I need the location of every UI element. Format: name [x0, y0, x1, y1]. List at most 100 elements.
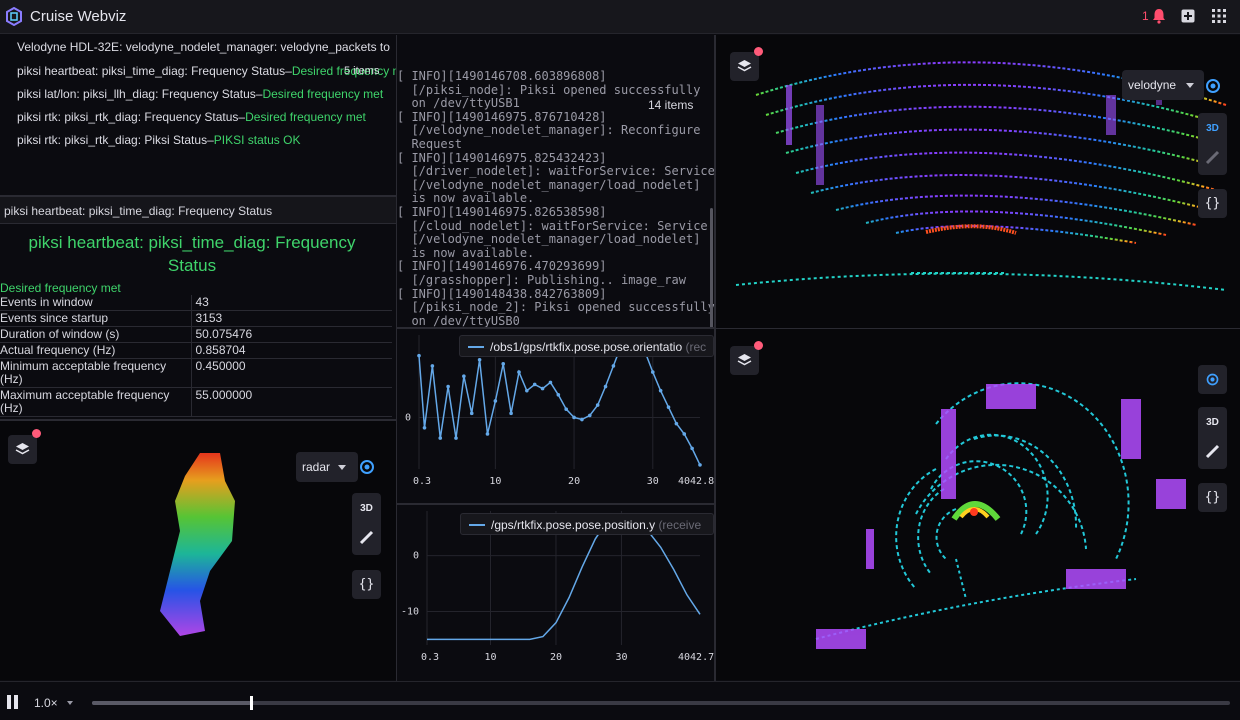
log-line: [ INFO][1490148438.842763809] — [397, 286, 607, 301]
layers-icon — [15, 443, 30, 455]
detail-status: Desired frequency met — [0, 281, 121, 295]
y-tick-label: -10 — [401, 607, 419, 618]
diagnostic-item[interactable]: piksi rtk: piksi_rtk_diag: Piksi Status–… — [17, 133, 300, 147]
data-point — [493, 399, 498, 403]
follow-target-icon — [1206, 373, 1219, 386]
log-scrollbar[interactable] — [710, 208, 713, 327]
legend-label: /gps/rtkfix.pose.pose.position.y — [491, 518, 656, 532]
diagnostic-status: PIKSI status OK — [213, 133, 301, 147]
notification-count[interactable]: 1 — [1142, 9, 1149, 23]
x-tick-label: 10 — [485, 652, 497, 663]
data-point — [564, 407, 568, 412]
layers-button[interactable] — [8, 435, 37, 464]
plot-legend[interactable]: /gps/rtkfix.pose.pose.position.y (receiv… — [460, 513, 714, 535]
legend-suffix: (receive — [658, 518, 702, 532]
legend-label: /obs1/gps/rtkfix.pose.pose.orientatio — [490, 340, 683, 354]
velodyne-3d-panel[interactable]: velodyne 3D {} — [716, 35, 1240, 328]
data-point — [469, 411, 474, 416]
toggle-3d-button[interactable]: 3D — [1198, 123, 1227, 134]
ruler-icon[interactable] — [359, 530, 374, 545]
topic-select[interactable]: radar — [296, 452, 358, 482]
layers-button[interactable] — [730, 52, 759, 81]
log-line: on /dev/ttyUSB0 — [397, 313, 520, 327]
x-tick-label: 0.3 — [421, 652, 439, 663]
lidar-3d-panel[interactable]: 3D {} — [716, 329, 1240, 680]
pause-icon — [7, 695, 11, 709]
table-row: Actual frequency (Hz) 0.858704 — [0, 342, 392, 359]
follow-target-button[interactable] — [1198, 365, 1227, 394]
data-point — [462, 374, 466, 379]
ruler-icon[interactable] — [1205, 444, 1220, 459]
log-line: is now available. — [397, 245, 535, 260]
follow-target-icon[interactable] — [358, 458, 376, 476]
json-config-button[interactable]: {} — [1198, 189, 1227, 218]
log-line: [ INFO][1490146975.876710428] — [397, 109, 607, 124]
x-tick-label: 20 — [568, 476, 580, 487]
alert-dot — [754, 341, 763, 350]
detail-title: piksi heartbeat: piksi_time_diag: Freque… — [28, 233, 356, 275]
chevron-down-icon — [338, 465, 346, 470]
data-point — [501, 362, 506, 366]
timeline-scrubber[interactable] — [92, 696, 1230, 710]
log-line: [/velodyne_nodelet_manager/load_nodelet] — [397, 177, 701, 192]
data-point — [588, 413, 592, 418]
json-config-button[interactable]: {} — [352, 570, 381, 599]
speed-select[interactable]: 1.0× — [34, 696, 58, 710]
ruler-icon[interactable] — [1205, 150, 1220, 165]
data-point — [682, 432, 687, 436]
log-line: [/velodyne_nodelet_manager]: Reconfigure — [397, 123, 701, 138]
data-point — [548, 380, 553, 385]
x-tick-label: 4042.8 — [678, 476, 714, 487]
data-point — [572, 415, 576, 420]
tool-stack: 3D — [1198, 407, 1227, 469]
playback-bar: 1.0× — [0, 681, 1240, 720]
diagnostic-item[interactable]: piksi rtk: piksi_rtk_diag: Frequency Sta… — [17, 110, 366, 124]
data-point — [674, 421, 679, 426]
rosout-log-panel: [ INFO][1490146708.603896808] [/piksi_no… — [397, 35, 714, 327]
layout-grid-icon[interactable] — [1212, 9, 1226, 23]
timeline-handle[interactable] — [250, 696, 254, 710]
layers-icon — [737, 60, 752, 72]
diagnostic-status: Desired frequency met — [262, 87, 384, 101]
data-point — [417, 353, 421, 358]
follow-target-icon[interactable] — [1204, 77, 1222, 95]
app-title: Cruise Webviz — [30, 8, 127, 25]
x-tick-label: 30 — [647, 476, 659, 487]
lidar-point-cloud[interactable] — [716, 329, 1240, 680]
plot-legend[interactable]: /obs1/gps/rtkfix.pose.pose.orientatio (r… — [459, 335, 714, 357]
tool-stack: 3D — [1198, 113, 1227, 175]
layers-icon — [737, 354, 752, 366]
data-point — [430, 364, 435, 368]
diagnostic-item[interactable]: piksi lat/lon: piksi_llh_diag: Frequency… — [17, 87, 383, 101]
toggle-3d-button[interactable]: 3D — [1198, 417, 1227, 428]
data-point — [690, 446, 694, 451]
log-line: [ INFO][1490146975.825432423] — [397, 150, 607, 165]
pause-button[interactable] — [6, 695, 20, 709]
table-row: Maximum acceptable frequency (Hz) 55.0000… — [0, 387, 392, 417]
layers-button[interactable] — [730, 346, 759, 375]
legend-swatch — [469, 524, 485, 526]
data-point — [525, 388, 529, 393]
add-panel-icon[interactable] — [1181, 9, 1195, 23]
log-line: [/driver_nodelet]: waitForService: Servi… — [397, 164, 714, 179]
diagnostic-status: Desired frequency met — [245, 110, 366, 124]
log-line: [/piksi_node_2]: Piksi opened successful… — [397, 300, 714, 315]
x-tick-label: 30 — [615, 652, 627, 663]
data-point — [454, 436, 458, 440]
log-line: Request — [397, 137, 463, 151]
json-config-button[interactable]: {} — [1198, 483, 1227, 512]
data-point — [611, 364, 616, 368]
radar-3d-panel[interactable]: radar 3D {} — [0, 421, 396, 680]
topic-select[interactable]: velodyne — [1122, 70, 1204, 100]
log-line: [/cloud_nodelet]: waitForService: Servic… — [397, 218, 708, 233]
data-point — [556, 392, 561, 397]
diagnostic-item[interactable]: Velodyne HDL-32E: velodyne_nodelet_manag… — [17, 40, 390, 54]
data-point — [650, 370, 655, 374]
bell-icon[interactable] — [1151, 8, 1167, 24]
x-tick-label: 10 — [489, 476, 501, 487]
data-point — [580, 417, 584, 422]
chevron-down-icon — [1186, 83, 1194, 88]
toggle-3d-button[interactable]: 3D — [352, 503, 381, 514]
diagnostic-item[interactable]: piksi heartbeat: piksi_time_diag: Freque… — [17, 64, 396, 78]
position-plot-panel: 0.3 10 20 30 4042.7 0 -10 /gps/rtkfix.pose.pos… — [397, 505, 714, 680]
